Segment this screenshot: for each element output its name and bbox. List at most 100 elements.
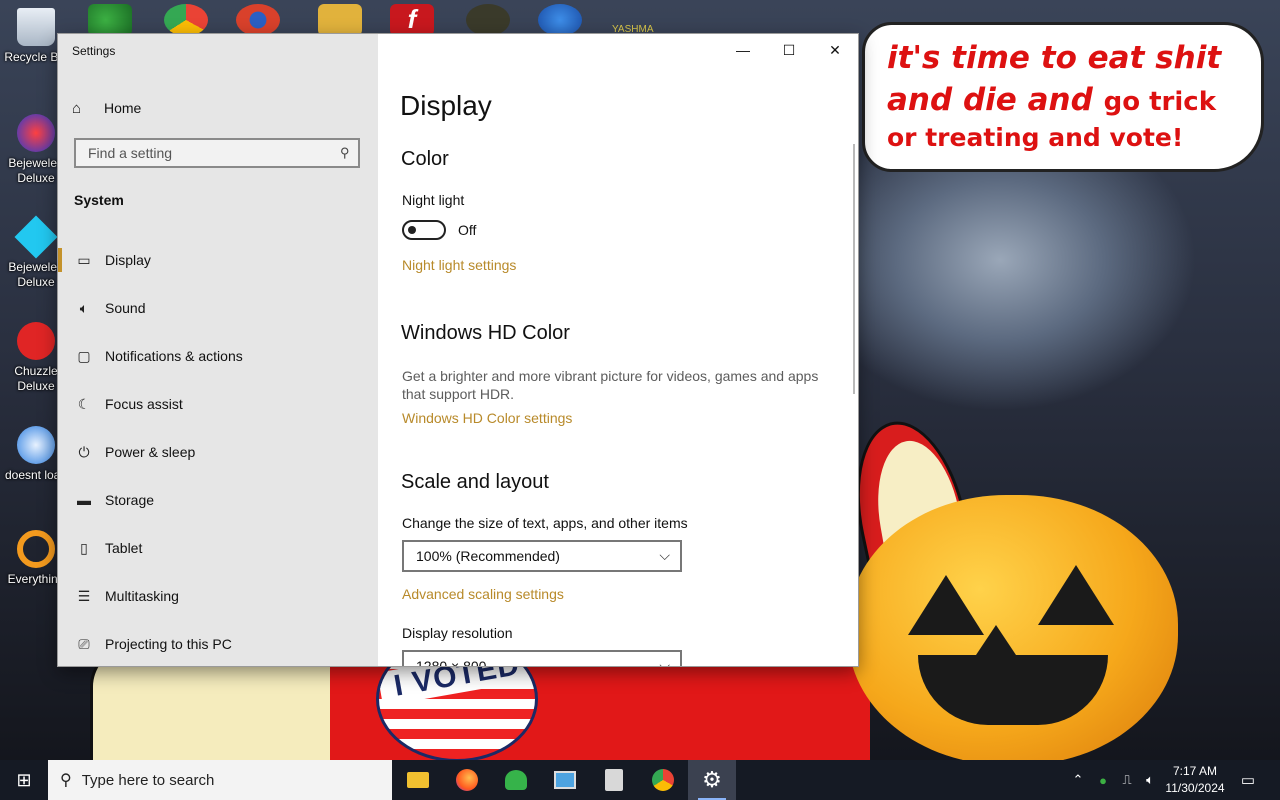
- storage-icon: ▬: [77, 492, 91, 508]
- browser-desktop-icon[interactable]: [236, 4, 280, 36]
- sidebar-item-label: Notifications & actions: [105, 348, 243, 364]
- thunderbird-icon: [17, 426, 55, 464]
- pumpkin-mouth: [918, 655, 1108, 725]
- notifications-icon: ▢: [77, 347, 91, 364]
- sidebar-item-label: Storage: [105, 492, 155, 508]
- settings-gear-icon: ⚙: [702, 767, 722, 792]
- desktop-icon-label: Chuzzle Deluxe: [14, 364, 58, 393]
- everything-search-icon: [17, 530, 55, 568]
- sidebar-item-label: Focus assist: [105, 396, 183, 412]
- taskbar-search-placeholder: Type here to search: [81, 771, 215, 789]
- chuzzle-icon: [17, 322, 55, 360]
- pumpkin-image: [848, 495, 1178, 760]
- tray-notifications[interactable]: ▭: [1234, 760, 1262, 800]
- content-scrollbar[interactable]: [853, 144, 855, 394]
- taskbar-archive[interactable]: [590, 760, 638, 800]
- taskbar-firefox[interactable]: [443, 760, 491, 800]
- speech-bubble: it's time to eat shit and die and go tri…: [862, 22, 1264, 172]
- tray-overflow-chevron[interactable]: ⌃: [1068, 760, 1088, 800]
- hd-color-description: Get a brighter and more vibrant picture …: [402, 368, 819, 402]
- scale-value: 100% (Recommended): [416, 548, 560, 564]
- night-light-state: Off: [458, 222, 477, 238]
- sidebar-item-display[interactable]: ▭ Display: [58, 236, 378, 284]
- taskbar-settings[interactable]: ⚙: [688, 760, 736, 800]
- taskbar-file-explorer[interactable]: [394, 760, 442, 800]
- chevron-down-icon: ⌵: [659, 657, 670, 666]
- sidebar-item-multitasking[interactable]: ☰ Multitasking: [58, 572, 378, 620]
- pumpkin-eye: [1038, 565, 1114, 625]
- scale-layout-heading: Scale and layout: [401, 471, 549, 493]
- sidebar-item-tablet[interactable]: ▯ Tablet: [58, 524, 378, 572]
- network-icon: ⎍: [1122, 772, 1132, 787]
- sidebar-item-label: Projecting to this PC: [105, 636, 232, 652]
- sidebar-item-notifications[interactable]: ▢ Notifications & actions: [58, 332, 378, 380]
- search-icon: ⚲: [60, 772, 72, 789]
- thunderbird-desktop-icon[interactable]: [538, 4, 582, 36]
- night-light-label: Night light: [402, 192, 465, 208]
- taskbar: ⊞ ⚲ Type here to search ⚙ ⌃ ● ⎍ 🔈︎ 7:17 …: [0, 760, 1280, 800]
- scale-dropdown[interactable]: 100% (Recommended) ⌵: [402, 540, 682, 572]
- taskbar-chrome[interactable]: [639, 760, 687, 800]
- toggle-knob: [408, 226, 416, 234]
- sidebar-item-storage[interactable]: ▬ Storage: [58, 476, 378, 524]
- chevron-up-icon: ⌃: [1072, 772, 1084, 787]
- hd-color-heading: Windows HD Color: [401, 322, 570, 344]
- taskbar-control-panel[interactable]: [541, 760, 589, 800]
- hd-color-settings-link[interactable]: Windows HD Color settings: [402, 410, 572, 426]
- bubble-line-3: or treating and vote!: [887, 123, 1184, 152]
- settings-window: Settings ⌂ Home ⚲ System ▭ Display 🔈︎ So…: [58, 34, 858, 666]
- tray-volume[interactable]: 🔈︎: [1140, 760, 1160, 800]
- notifications-icon: ▭: [1240, 772, 1256, 789]
- search-icon: ⚲: [340, 145, 350, 160]
- search-input[interactable]: [86, 144, 341, 162]
- night-light-settings-link[interactable]: Night light settings: [402, 257, 516, 273]
- sidebar-item-label: Multitasking: [105, 588, 179, 604]
- contacts-icon: [505, 770, 527, 790]
- clock-time: 7:17 AM: [1172, 764, 1218, 778]
- archive-icon: [605, 769, 623, 791]
- sidebar-item-power-sleep[interactable]: ⏻ Power & sleep: [58, 428, 378, 476]
- start-button[interactable]: ⊞: [0, 760, 48, 800]
- windows-logo-icon: ⊞: [16, 769, 32, 790]
- taskbar-clock[interactable]: 7:17 AM 11/30/2024: [1160, 763, 1230, 797]
- sidebar-item-label: Sound: [105, 300, 146, 316]
- page-title: Display: [400, 90, 492, 121]
- chrome-icon: [652, 769, 674, 791]
- desktop-icon-label: Everything: [7, 572, 65, 586]
- taskbar-contacts[interactable]: [492, 760, 540, 800]
- power-icon: ⏻: [78, 443, 90, 460]
- resolution-value: 1280 × 800: [416, 658, 487, 666]
- home-label: Home: [104, 100, 142, 116]
- sidebar-item-focus-assist[interactable]: ☾ Focus assist: [58, 380, 378, 428]
- game-desktop-icon[interactable]: [466, 4, 510, 36]
- chrome-desktop-icon[interactable]: [164, 4, 208, 36]
- tray-contacts[interactable]: ●: [1092, 760, 1114, 800]
- sidebar-item-label: Display: [105, 252, 151, 268]
- resolution-dropdown[interactable]: 1280 × 800 ⌵: [402, 650, 682, 666]
- recycle-bin-icon: [17, 8, 55, 46]
- contacts-desktop-icon[interactable]: [88, 4, 132, 36]
- sidebar-item-label: Power & sleep: [105, 444, 196, 460]
- archive-desktop-icon[interactable]: [318, 4, 362, 36]
- projecting-icon: ⎚: [78, 635, 90, 652]
- bubble-line-2b: go trick: [1103, 87, 1216, 117]
- advanced-scaling-link[interactable]: Advanced scaling settings: [402, 586, 564, 602]
- bubble-line-1: it's time to eat shit: [887, 40, 1222, 76]
- firefox-icon: [456, 769, 478, 791]
- tablet-icon: ▯: [80, 539, 88, 556]
- taskbar-search-box[interactable]: ⚲ Type here to search: [48, 760, 392, 800]
- window-title: Settings: [72, 44, 116, 58]
- desktop-icon-label: Bejeweled Deluxe: [8, 156, 64, 185]
- scale-size-label: Change the size of text, apps, and other…: [402, 515, 688, 531]
- find-setting-search[interactable]: ⚲: [74, 138, 360, 168]
- night-light-toggle[interactable]: [402, 220, 446, 240]
- bejeweled-2-icon: [17, 114, 55, 152]
- tray-network[interactable]: ⎍: [1116, 760, 1138, 800]
- display-resolution-label: Display resolution: [402, 625, 513, 641]
- home-icon: ⌂: [72, 99, 82, 117]
- sidebar-item-projecting[interactable]: ⎚ Projecting to this PC: [58, 620, 378, 666]
- sidebar-item-sound[interactable]: 🔈︎ Sound: [58, 284, 378, 332]
- home-nav-item[interactable]: ⌂ Home: [72, 96, 141, 120]
- control-panel-icon: [554, 771, 576, 789]
- flash-desktop-icon[interactable]: f: [390, 4, 434, 36]
